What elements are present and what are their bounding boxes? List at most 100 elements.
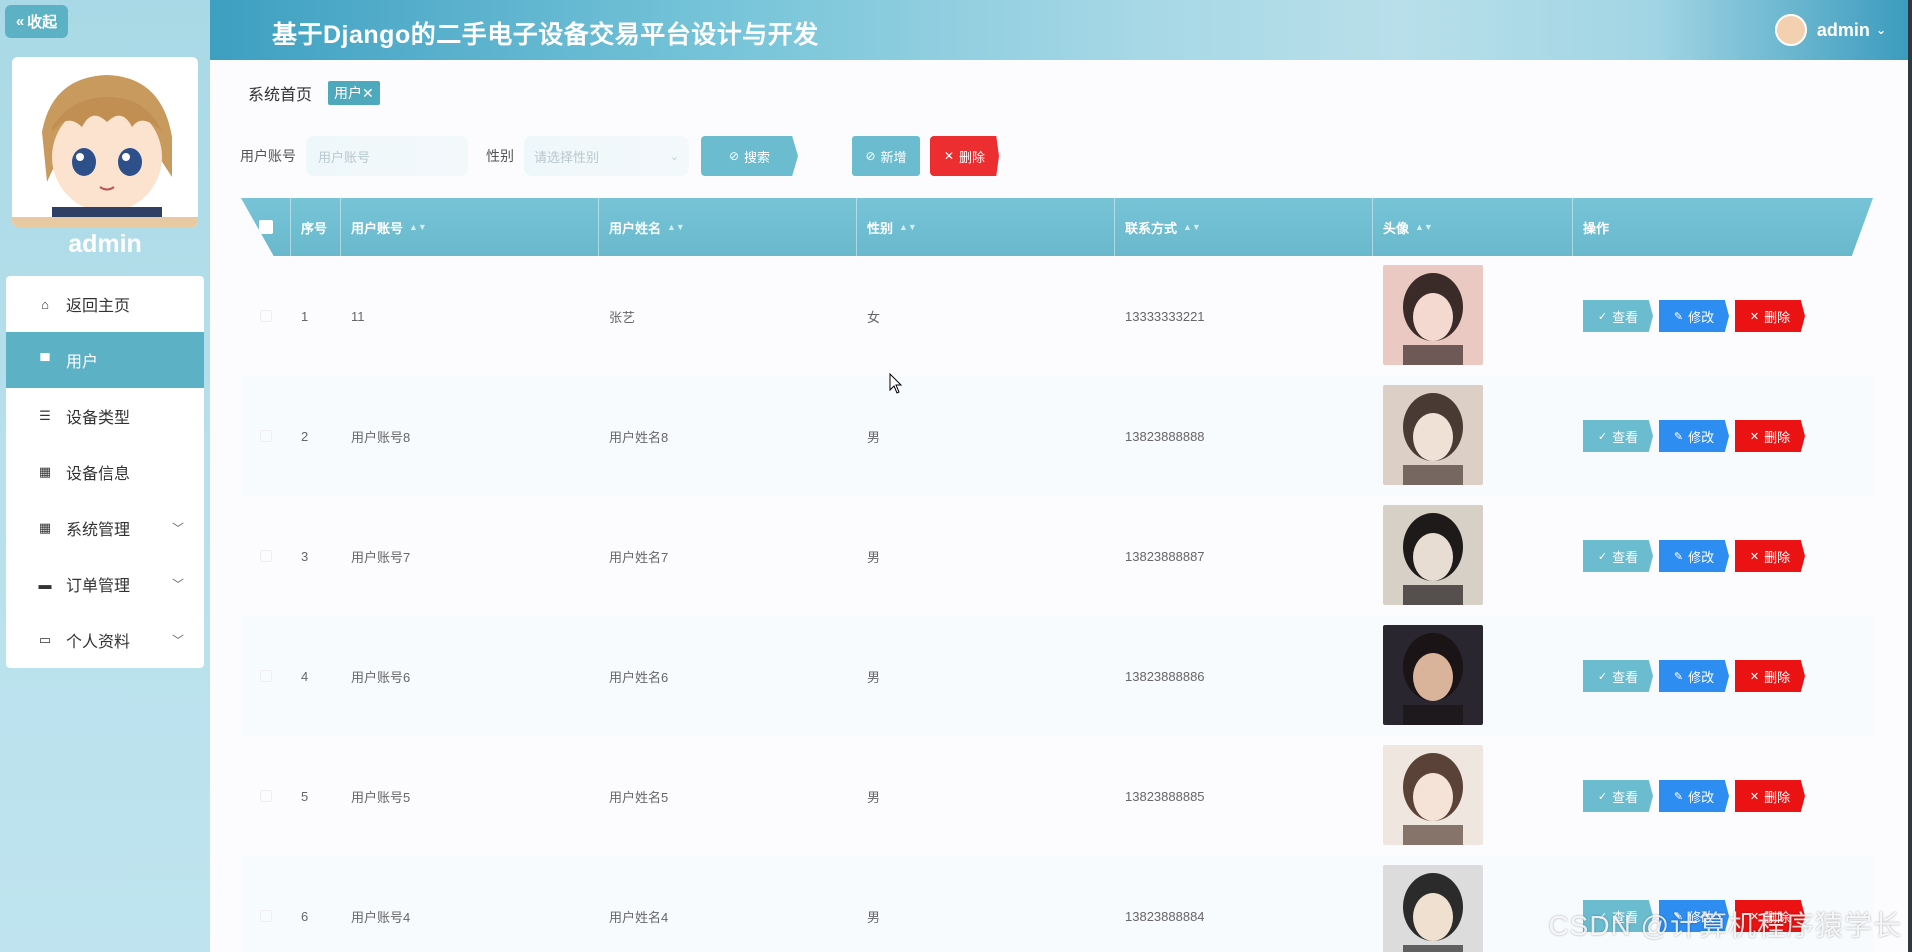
delete-label: 删除 — [1764, 669, 1791, 685]
cell-account: 用户账号8 — [351, 429, 411, 445]
delete-button[interactable]: ✕ 删除 — [1735, 540, 1805, 572]
edit-button[interactable]: ✎ 修改 — [1659, 540, 1729, 572]
cell-name: 用户姓名6 — [609, 669, 669, 685]
search-button[interactable]: ⊘ 搜索 — [701, 136, 798, 176]
delete-button[interactable]: ✕ 删除 — [1735, 660, 1805, 692]
pencil-icon: ✎ — [1673, 550, 1684, 563]
watermark: CSDN @计算机程序猿学长 — [1548, 910, 1902, 941]
sort-icon[interactable]: ▲▼ — [1183, 222, 1201, 232]
cell-index: 1 — [301, 308, 309, 324]
cell-actions: ✓ 查看 ✎ 修改 ✕ 删除 — [1573, 420, 1873, 452]
cell-name: 张艺 — [609, 309, 636, 325]
column-header-index: 序号 — [291, 198, 341, 256]
chevron-down-icon: ﹀ — [171, 633, 184, 648]
table-row: 1 11 张艺女 13333333221 ✓ 查看 ✎ 修改 ✕ 删除 — [241, 256, 1873, 376]
close-icon: ✕ — [1749, 670, 1760, 683]
tab-users[interactable]: 用户✕ — [328, 81, 380, 105]
collapse-button[interactable]: « 收起 — [5, 5, 68, 38]
user-photo[interactable] — [1383, 864, 1483, 952]
checkbox[interactable] — [260, 670, 272, 682]
account-placeholder: 用户账号 — [318, 149, 371, 165]
user-photo[interactable] — [1383, 384, 1483, 485]
sidebar-item-label: 系统管理 — [66, 522, 131, 539]
user-photo[interactable] — [1383, 624, 1483, 725]
sidebar-item-home[interactable]: ⌂ 返回主页 — [6, 276, 204, 332]
list-icon: ☰ — [39, 408, 51, 423]
column-header-account[interactable]: 用户账号 ▲▼ — [341, 198, 599, 256]
close-icon[interactable]: ✕ — [362, 85, 374, 101]
sidebar-item-orders[interactable]: ▬ 订单管理 ﹀ — [6, 556, 204, 612]
column-header-avatar[interactable]: 头像 ▲▼ — [1373, 198, 1573, 256]
pencil-icon: ✎ — [1673, 430, 1684, 443]
delete-label: 删除 — [1764, 309, 1791, 325]
checkbox[interactable] — [260, 790, 272, 802]
view-button[interactable]: ✓ 查看 — [1583, 420, 1653, 452]
search-icon: ⊘ — [728, 149, 740, 163]
sort-icon[interactable]: ▲▼ — [1415, 222, 1433, 232]
row-checkbox[interactable] — [241, 670, 291, 682]
delete-button[interactable]: ✕ 删除 — [1735, 420, 1805, 452]
header-label: 操作 — [1583, 220, 1610, 236]
scrollbar[interactable] — [1908, 0, 1912, 952]
cell-avatar — [1373, 384, 1573, 488]
column-header-phone[interactable]: 联系方式 ▲▼ — [1115, 198, 1373, 256]
row-checkbox[interactable] — [241, 430, 291, 442]
cell-phone: 13823888887 — [1125, 548, 1205, 564]
sidebar-item-device-types[interactable]: ☰ 设备类型 — [6, 388, 204, 444]
column-header-gender[interactable]: 性别 ▲▼ — [857, 198, 1115, 256]
cell-index: 5 — [301, 788, 309, 804]
edit-button[interactable]: ✎ 修改 — [1659, 420, 1729, 452]
user-menu[interactable]: admin ⌄ — [1774, 14, 1886, 46]
check-icon: ✓ — [1597, 310, 1608, 323]
checkbox[interactable] — [258, 220, 273, 234]
breadcrumb: 系统首页 用户✕ — [248, 81, 380, 105]
view-button[interactable]: ✓ 查看 — [1583, 540, 1653, 572]
pencil-icon: ✎ — [1673, 310, 1684, 323]
sidebar: « 收起 admin ⌂ 返回主页 ▀ 用户 ☰ 设备类型 ▦ 设备信息 ▦ 系… — [0, 0, 210, 952]
select-all-checkbox[interactable] — [241, 198, 291, 256]
edit-label: 修改 — [1688, 429, 1715, 445]
anime-avatar-image — [12, 57, 198, 227]
delete-button[interactable]: ✕ 删除 — [1735, 780, 1805, 812]
table-header: 序号 用户账号 ▲▼ 用户姓名 ▲▼ 性别 ▲▼ 联系方式 ▲▼ 头像 ▲▼ 操作 — [241, 198, 1873, 256]
close-icon: ✕ — [943, 149, 955, 163]
view-button[interactable]: ✓ 查看 — [1583, 660, 1653, 692]
user-photo[interactable] — [1383, 264, 1483, 365]
delete-button[interactable]: ✕ 删除 — [1735, 300, 1805, 332]
row-checkbox[interactable] — [241, 790, 291, 802]
checkbox[interactable] — [260, 430, 272, 442]
sort-icon[interactable]: ▲▼ — [899, 222, 917, 232]
sidebar-item-system[interactable]: ▦ 系统管理 ﹀ — [6, 500, 204, 556]
mouse-cursor-icon — [889, 373, 903, 394]
user-photo[interactable] — [1383, 744, 1483, 845]
sort-icon[interactable]: ▲▼ — [409, 222, 427, 232]
header-label: 序号 — [301, 220, 328, 236]
user-photo[interactable] — [1383, 504, 1483, 605]
chevron-down-icon: ﹀ — [171, 521, 184, 536]
breadcrumb-home[interactable]: 系统首页 — [248, 81, 312, 105]
sidebar-item-profile[interactable]: ▭ 个人资料 ﹀ — [6, 612, 204, 668]
add-button[interactable]: ⊘ 新增 — [852, 136, 920, 176]
sidebar-item-users[interactable]: ▀ 用户 — [6, 332, 204, 388]
view-button[interactable]: ✓ 查看 — [1583, 300, 1653, 332]
edit-button[interactable]: ✎ 修改 — [1659, 300, 1729, 332]
account-search-input[interactable]: 用户账号 — [306, 136, 468, 176]
cell-gender: 男 — [867, 789, 881, 805]
checkbox[interactable] — [260, 550, 272, 562]
cell-avatar — [1373, 264, 1573, 368]
gender-select[interactable]: 请选择性别 ⌄ — [524, 136, 689, 176]
row-checkbox[interactable] — [241, 310, 291, 322]
checkbox[interactable] — [260, 910, 272, 922]
pencil-icon: ✎ — [1673, 670, 1684, 683]
edit-button[interactable]: ✎ 修改 — [1659, 780, 1729, 812]
row-checkbox[interactable] — [241, 910, 291, 922]
row-checkbox[interactable] — [241, 550, 291, 562]
batch-delete-button[interactable]: ✕ 删除 — [930, 136, 999, 176]
sidebar-item-device-info[interactable]: ▦ 设备信息 — [6, 444, 204, 500]
edit-button[interactable]: ✎ 修改 — [1659, 660, 1729, 692]
checkbox[interactable] — [260, 310, 272, 322]
sort-icon[interactable]: ▲▼ — [667, 222, 685, 232]
view-button[interactable]: ✓ 查看 — [1583, 780, 1653, 812]
avatar — [1774, 14, 1807, 46]
column-header-name[interactable]: 用户姓名 ▲▼ — [599, 198, 857, 256]
